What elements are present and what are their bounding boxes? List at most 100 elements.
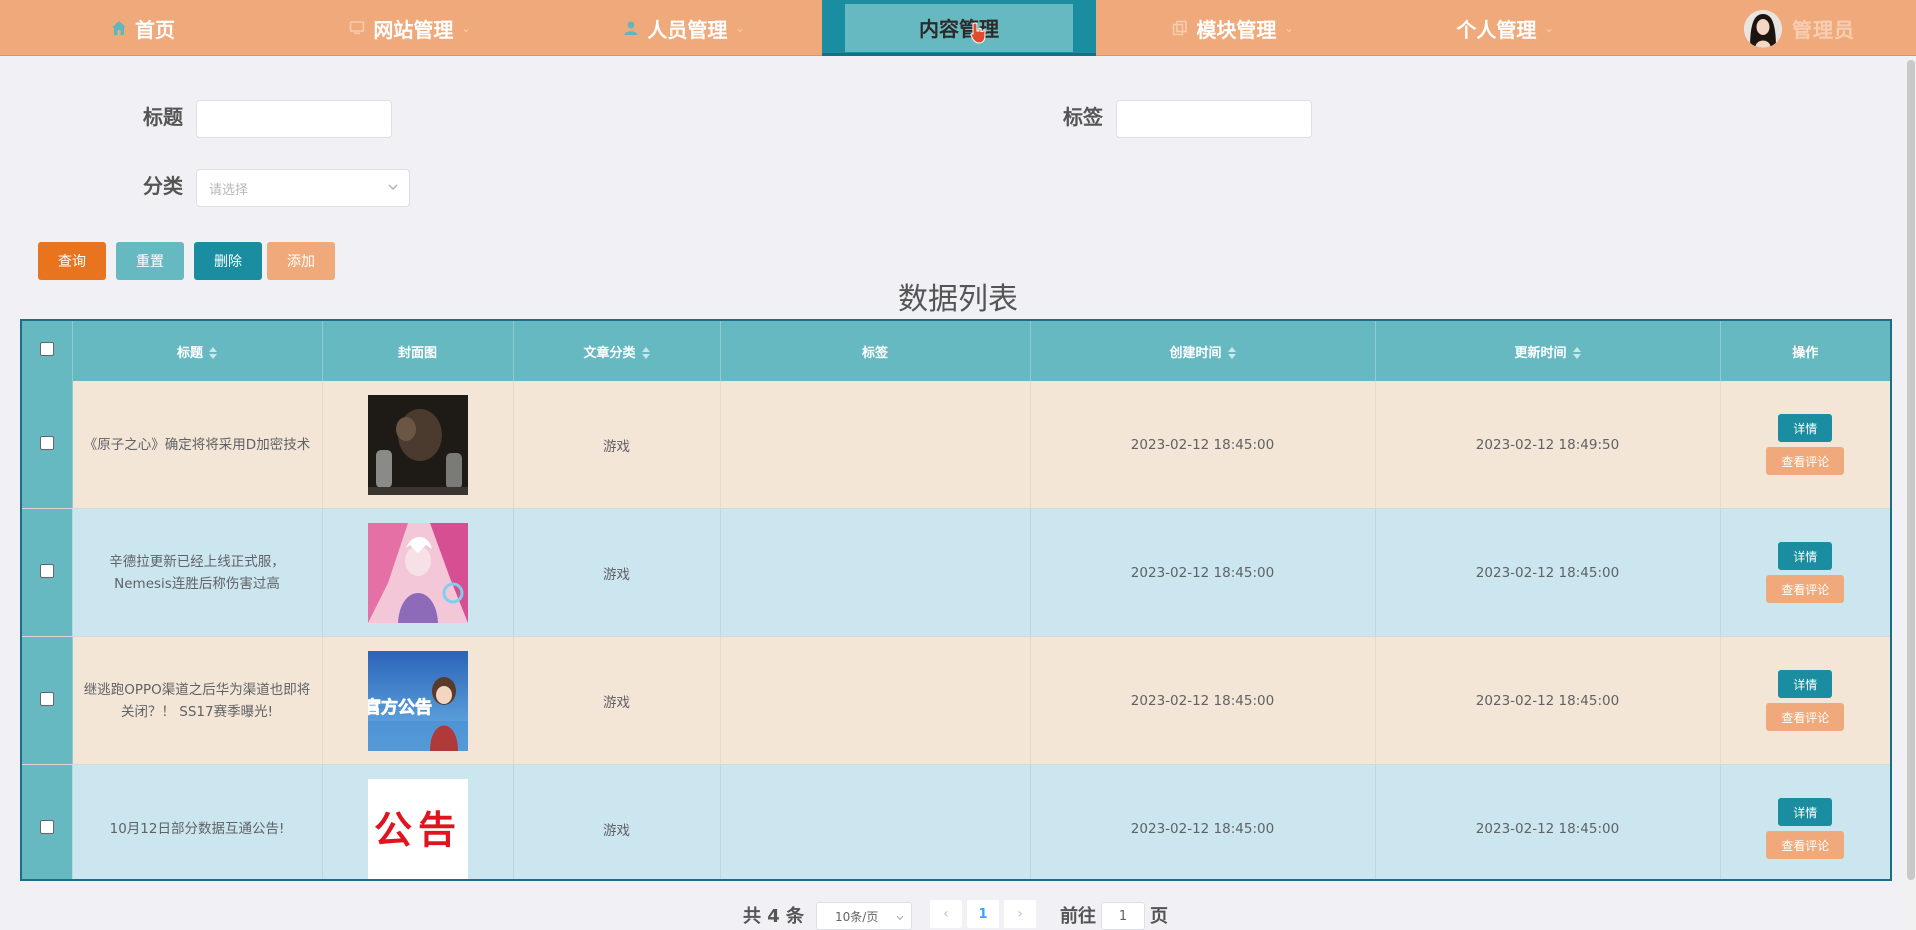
view-comments-button[interactable]: 查看评论: [1766, 575, 1845, 603]
detail-button[interactable]: 详情: [1778, 670, 1833, 698]
page-number-1[interactable]: 1: [967, 900, 999, 928]
view-comments-button[interactable]: 查看评论: [1766, 447, 1845, 475]
goto-page-input[interactable]: [1101, 902, 1145, 930]
row-title: 辛德拉更新已经上线正式服，Nemesis连胜后称伤害过高: [72, 508, 323, 637]
nav-item-home[interactable]: 首页: [88, 0, 198, 56]
table-row: 10月12日部分数据互通公告! 公告 游戏 2023-02-12 18:45:0…: [22, 764, 1890, 879]
row-updated: 2023-02-12 18:49:50: [1375, 381, 1721, 509]
row-updated: 2023-02-12 18:45:00: [1375, 764, 1721, 879]
row-actions: 详情 查看评论: [1720, 381, 1890, 509]
row-actions: 详情 查看评论: [1720, 508, 1890, 637]
nav-label: 人员管理: [647, 17, 728, 42]
row-tag: [720, 381, 1031, 509]
row-select-cell: [22, 636, 73, 765]
table-row: 《原子之心》确定将将采用D加密技术 游戏 2023-02-12 18:45:00…: [22, 381, 1890, 509]
nav-item-personal-management[interactable]: 个人管理 ⌄: [1440, 0, 1570, 56]
row-tag: [720, 636, 1031, 765]
row-actions: 详情 查看评论: [1720, 764, 1890, 879]
nav-active-highlight: 内容管理: [845, 3, 1073, 52]
row-select-cell: [22, 508, 73, 637]
row-actions: 详情 查看评论: [1720, 636, 1890, 765]
row-updated: 2023-02-12 18:45:00: [1375, 508, 1721, 637]
tag-filter-label: 标签: [1063, 105, 1103, 129]
detail-button[interactable]: 详情: [1778, 414, 1833, 442]
view-comments-button[interactable]: 查看评论: [1766, 831, 1845, 859]
select-all-checkbox[interactable]: [39, 342, 54, 356]
row-checkbox[interactable]: [39, 819, 54, 834]
row-title: 继逃跑OPPO渠道之后华为渠道也即将关闭？！ SS17赛季曝光!: [72, 636, 323, 765]
tag-filter-input[interactable]: [1116, 100, 1312, 138]
page-size-select[interactable]: 10条/页: [816, 902, 912, 930]
chevron-down-icon: ⌄: [735, 21, 745, 35]
vertical-scrollbar[interactable]: [1906, 56, 1916, 930]
row-cover: 官方公告: [322, 636, 514, 765]
username[interactable]: 管理员: [1792, 14, 1855, 43]
row-cover: [322, 381, 514, 509]
title-filter-input[interactable]: [196, 100, 392, 138]
chevron-down-icon: ⌄: [1544, 21, 1554, 35]
prev-page-button[interactable]: ‹: [930, 900, 962, 928]
detail-button[interactable]: 详情: [1778, 798, 1833, 826]
column-header-category[interactable]: 文章分类: [513, 321, 721, 381]
nav-item-content-management[interactable]: 内容管理: [822, 0, 1096, 56]
sort-icon[interactable]: [209, 347, 217, 359]
select-all-cell: [22, 321, 73, 381]
pagination: 共 4 条 10条/页 ‹ 1 › 前往 页: [0, 900, 1916, 930]
column-header-title[interactable]: 标题: [72, 321, 323, 381]
row-cover: 公告: [322, 764, 514, 879]
notice-text-image: 公告: [367, 778, 468, 879]
copy-icon: [1172, 20, 1188, 36]
chevron-down-icon: ⌄: [461, 21, 471, 35]
category-select-placeholder: 请选择: [209, 182, 249, 198]
column-header-created[interactable]: 创建时间: [1030, 321, 1376, 381]
chevron-down-icon: ⌄: [1284, 21, 1294, 35]
sort-icon[interactable]: [1572, 347, 1581, 359]
nav-item-site-management[interactable]: 网站管理 ⌄: [330, 0, 490, 56]
row-created: 2023-02-12 18:45:00: [1030, 508, 1376, 637]
row-title: 10月12日部分数据互通公告!: [72, 764, 323, 879]
top-navbar: 首页 网站管理 ⌄ 人员管理 ⌄ 内容管理 模块管理 ⌄ 个人管理 ⌄ 管理员: [0, 0, 1916, 56]
nav-label: 首页: [135, 17, 175, 42]
table-header-row: 标题 封面图 文章分类 标签 创建时间 更新时间 操作: [22, 321, 1890, 381]
column-header-actions: 操作: [1720, 321, 1890, 381]
row-title: 《原子之心》确定将将采用D加密技术: [72, 381, 323, 509]
chevron-down-icon: [895, 912, 905, 926]
row-updated: 2023-02-12 18:45:00: [1375, 636, 1721, 765]
svg-text:公告: 公告: [373, 808, 461, 852]
row-cover: [322, 508, 514, 637]
row-checkbox[interactable]: [39, 563, 54, 578]
sort-icon[interactable]: [1227, 347, 1236, 359]
data-table: 标题 封面图 文章分类 标签 创建时间 更新时间 操作 《原子之心》确定将将采用…: [20, 319, 1892, 881]
nav-item-module-management[interactable]: 模块管理 ⌄: [1158, 0, 1308, 56]
next-page-button[interactable]: ›: [1004, 900, 1036, 928]
row-category: 游戏: [513, 636, 721, 765]
row-created: 2023-02-12 18:45:00: [1030, 636, 1376, 765]
page-title: 数据列表: [898, 282, 1018, 317]
column-header-updated[interactable]: 更新时间: [1375, 321, 1721, 381]
scrollbar-thumb[interactable]: [1907, 60, 1915, 880]
row-select-cell: [22, 381, 73, 509]
row-checkbox[interactable]: [39, 435, 54, 450]
nav-label: 个人管理: [1456, 17, 1537, 42]
detail-button[interactable]: 详情: [1778, 542, 1833, 570]
home-icon: [111, 20, 127, 36]
monitor-icon: [349, 20, 365, 36]
nav-item-staff-management[interactable]: 人员管理 ⌄: [604, 0, 764, 56]
avatar[interactable]: [1744, 10, 1782, 48]
view-comments-button[interactable]: 查看评论: [1766, 703, 1845, 731]
official-notice-image: 官方公告: [367, 650, 468, 751]
column-header-tag: 标签: [720, 321, 1031, 381]
category-select[interactable]: 请选择: [196, 169, 410, 207]
table-row: 继逃跑OPPO渠道之后华为渠道也即将关闭？！ SS17赛季曝光! 官方公告 游戏…: [22, 636, 1890, 765]
row-created: 2023-02-12 18:45:00: [1030, 764, 1376, 879]
dark-scene-image: [367, 394, 468, 495]
chevron-down-icon: [387, 181, 399, 197]
row-category: 游戏: [513, 508, 721, 637]
row-checkbox[interactable]: [39, 691, 54, 706]
user-icon: [623, 20, 639, 36]
row-category: 游戏: [513, 381, 721, 509]
row-tag: [720, 508, 1031, 637]
row-category: 游戏: [513, 764, 721, 879]
sort-icon[interactable]: [641, 347, 650, 359]
column-header-cover: 封面图: [322, 321, 514, 381]
